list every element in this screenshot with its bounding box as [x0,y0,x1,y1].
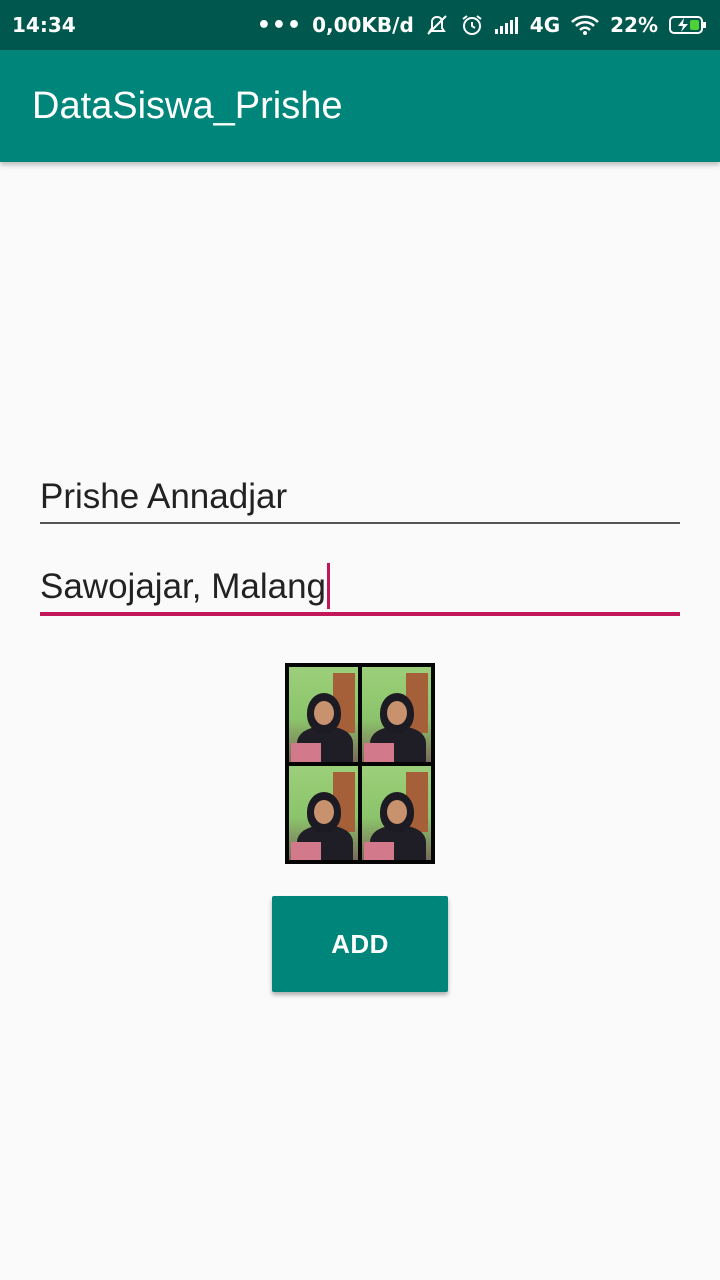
app-bar: DataSiswa_Prishe [0,50,720,162]
status-bar: 14:34 ••• 0,00KB/d 4G 22% [0,0,720,50]
mute-icon [427,15,447,35]
battery-charging-icon [669,16,706,34]
address-field-container: Sawojajar, Malang [40,562,680,616]
name-field-underline [40,522,680,524]
photo-tile [362,667,431,762]
network-type: 4G [529,13,561,37]
status-time: 14:34 [12,13,76,37]
text-cursor [327,562,330,609]
address-value: Sawojajar, Malang [40,567,326,606]
alarm-icon [462,15,482,35]
address-input[interactable]: Sawojajar, Malang [40,562,680,612]
name-input[interactable] [40,472,680,522]
photo-tile [289,667,358,762]
network-speed: 0,00KB/d [312,13,414,37]
status-icons: ••• 0,00KB/d 4G 22% [257,13,708,38]
student-photo[interactable] [285,663,435,864]
battery-level: 22% [610,13,658,37]
photo-tile [362,765,431,860]
add-button[interactable]: ADD [272,896,448,992]
app-title: DataSiswa_Prishe [32,84,343,127]
wifi-icon [571,15,600,35]
signal-icon [494,17,518,34]
more-notifications-icon: ••• [256,12,303,38]
name-field-container [40,472,680,524]
address-field-underline-focused [40,612,680,616]
photo-tile [289,765,358,860]
